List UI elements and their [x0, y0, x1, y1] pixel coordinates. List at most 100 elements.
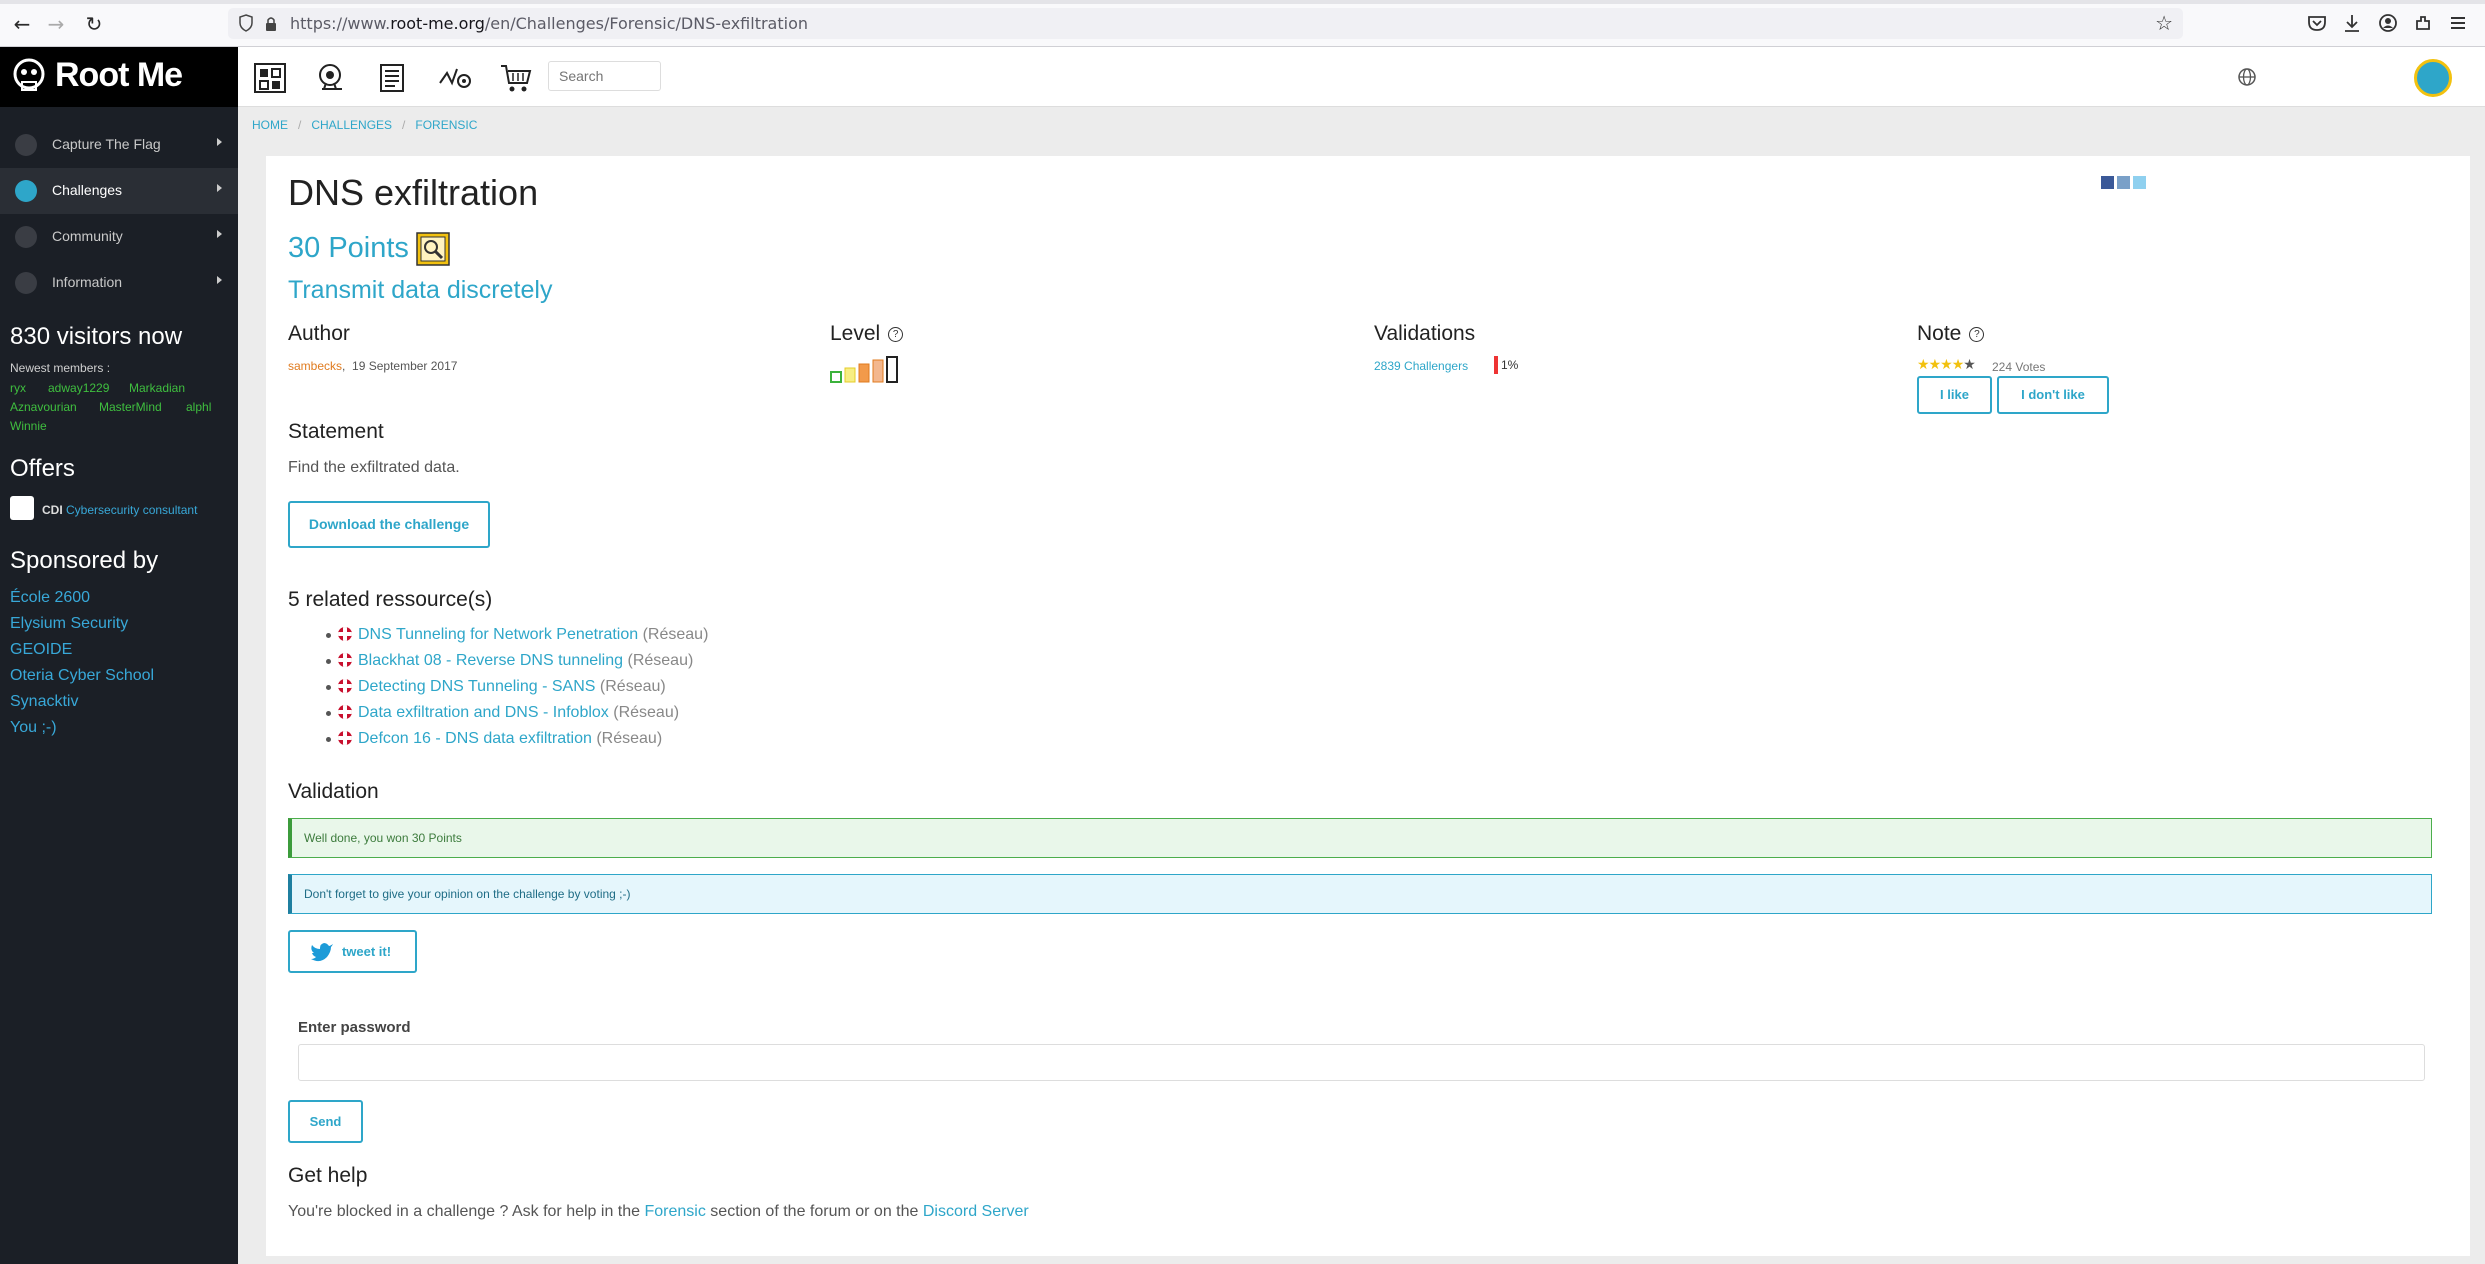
resource-link[interactable]: Blackhat 08 - Reverse DNS tunneling: [358, 652, 623, 669]
menu-icon[interactable]: [2447, 12, 2469, 34]
sponsor-link[interactable]: École 2600: [10, 589, 90, 607]
star-filled-icon[interactable]: ★: [1917, 356, 1930, 372]
info-icon: [15, 272, 37, 294]
like-button[interactable]: I like: [1917, 376, 1992, 414]
resource-category: (Réseau): [642, 626, 709, 643]
breadcrumb-challenges[interactable]: CHALLENGES: [311, 118, 392, 132]
sponsor-link[interactable]: Elysium Security: [10, 615, 128, 633]
resources-heading: 5 related ressource(s): [288, 588, 493, 611]
sidebar-item-ctf[interactable]: Capture The Flag: [0, 122, 238, 168]
account-icon[interactable]: [2377, 12, 2399, 34]
breadcrumb-forensic[interactable]: FORENSIC: [415, 118, 477, 132]
star-filled-icon[interactable]: ★: [1940, 356, 1953, 372]
star-filled-icon[interactable]: ★: [1952, 356, 1965, 372]
docs-nav-icon[interactable]: [375, 61, 411, 95]
level-bar-5: [886, 356, 898, 383]
validations-heading: Validations: [1374, 322, 1476, 345]
sidebar-item-information[interactable]: Information: [0, 260, 238, 306]
sidebar-item-label: Information: [52, 274, 123, 290]
star-filled-icon[interactable]: ★: [1929, 356, 1942, 372]
star-empty-icon[interactable]: ★: [1963, 356, 1976, 372]
logo[interactable]: Root Me: [0, 47, 238, 107]
member-link[interactable]: Winnie: [10, 419, 47, 433]
chevron-right-icon: [217, 138, 222, 146]
forward-icon[interactable]: →: [42, 10, 70, 38]
extensions-icon[interactable]: [2412, 12, 2434, 34]
download-challenge-button[interactable]: Download the challenge: [288, 501, 490, 548]
password-input[interactable]: [298, 1044, 2425, 1081]
breadcrumb-home[interactable]: HOME: [252, 118, 288, 132]
challenges-nav-icon[interactable]: [314, 61, 350, 95]
sponsor-link[interactable]: Synacktiv: [10, 693, 78, 711]
uk-flag-icon: [338, 731, 352, 745]
resource-link[interactable]: Detecting DNS Tunneling - SANS: [358, 678, 595, 695]
level-bar-2: [844, 367, 856, 383]
share-icons: [2101, 176, 2149, 194]
help-icon[interactable]: ?: [1969, 326, 1985, 342]
sponsor-link[interactable]: Oteria Cyber School: [10, 667, 154, 685]
page-title: DNS exfiltration: [288, 172, 539, 213]
author-info: sambecks, 19 September 2017: [288, 359, 458, 373]
sidebar-item-label: Challenges: [52, 182, 123, 198]
offer-link[interactable]: Cybersecurity consultant: [66, 503, 197, 517]
breadcrumb-separator: /: [298, 118, 302, 132]
radar-nav-icon[interactable]: [437, 61, 473, 95]
back-icon[interactable]: ←: [8, 10, 36, 38]
dislike-button[interactable]: I don't like: [1997, 376, 2109, 414]
challenge-subtitle: Transmit data discretely: [288, 276, 553, 304]
resource-item: Defcon 16 - DNS data exfiltration (Résea…: [326, 730, 662, 748]
author-heading: Author: [288, 322, 350, 345]
offer-item[interactable]: CDI Cybersecurity consultant: [42, 503, 197, 517]
facebook-icon[interactable]: [2101, 176, 2114, 189]
member-link[interactable]: Aznavourian: [10, 400, 77, 414]
help-icon[interactable]: ?: [888, 326, 904, 342]
forum-forensic-link[interactable]: Forensic: [644, 1203, 705, 1220]
download-icon[interactable]: [2341, 12, 2363, 34]
author-link[interactable]: sambecks: [288, 359, 342, 373]
avatar[interactable]: [2414, 59, 2452, 97]
twitter-share-icon[interactable]: [2133, 176, 2146, 189]
send-button[interactable]: Send: [288, 1100, 363, 1143]
resource-link[interactable]: Defcon 16 - DNS data exfiltration: [358, 730, 592, 747]
flag-icon: [15, 134, 37, 156]
member-link[interactable]: alphl: [186, 400, 211, 414]
sidebar: Root Me Capture The Flag Challenges Comm…: [0, 47, 238, 1264]
community-icon: [15, 226, 37, 248]
member-link[interactable]: ryx: [10, 381, 26, 395]
chevron-right-icon: [217, 276, 222, 284]
sidebar-item-challenges[interactable]: Challenges: [0, 168, 238, 214]
chevron-right-icon: [217, 184, 222, 192]
reload-icon[interactable]: ↻: [80, 10, 108, 38]
member-link[interactable]: adway1229: [48, 381, 109, 395]
tweet-button[interactable]: tweet it!: [288, 930, 417, 973]
shield-icon[interactable]: [239, 14, 253, 32]
browser-toolbar: ← → ↻ https://www.root-me.org/en/Challen…: [0, 0, 2485, 47]
skull-logo-icon: [13, 58, 45, 91]
member-link[interactable]: MasterMind: [99, 400, 162, 414]
breadcrumb: HOME / CHALLENGES / FORENSIC: [252, 118, 477, 132]
sidebar-item-label: Capture The Flag: [52, 136, 161, 152]
shop-cart-icon[interactable]: [499, 61, 535, 95]
bookmark-star-icon[interactable]: ☆: [2155, 11, 2173, 35]
company-logo: [10, 496, 34, 520]
member-link[interactable]: Markadian: [129, 381, 185, 395]
vote-count: 224 Votes: [1992, 360, 2046, 374]
resource-link[interactable]: Data exfiltration and DNS - Infoblox: [358, 704, 609, 721]
ctf-nav-icon[interactable]: [252, 61, 288, 95]
offers-heading: Offers: [10, 455, 75, 482]
sponsor-link[interactable]: GEOIDE: [10, 641, 72, 659]
chevron-right-icon: [217, 230, 222, 238]
pocket-icon[interactable]: [2306, 12, 2328, 34]
sidebar-item-community[interactable]: Community: [0, 214, 238, 260]
challengers-link[interactable]: 2839 Challengers: [1374, 359, 1468, 373]
sponsor-link[interactable]: You ;-): [10, 719, 57, 737]
resource-link[interactable]: DNS Tunneling for Network Penetration: [358, 626, 638, 643]
globe-icon[interactable]: [2237, 67, 2257, 87]
uk-flag-icon: [338, 705, 352, 719]
uk-flag-icon: [338, 653, 352, 667]
linkedin-icon[interactable]: [2117, 176, 2130, 189]
lock-icon[interactable]: [264, 15, 278, 33]
address-bar[interactable]: https://www.root-me.org/en/Challenges/Fo…: [228, 8, 2183, 39]
discord-link[interactable]: Discord Server: [923, 1203, 1029, 1220]
search-input[interactable]: [548, 61, 661, 91]
